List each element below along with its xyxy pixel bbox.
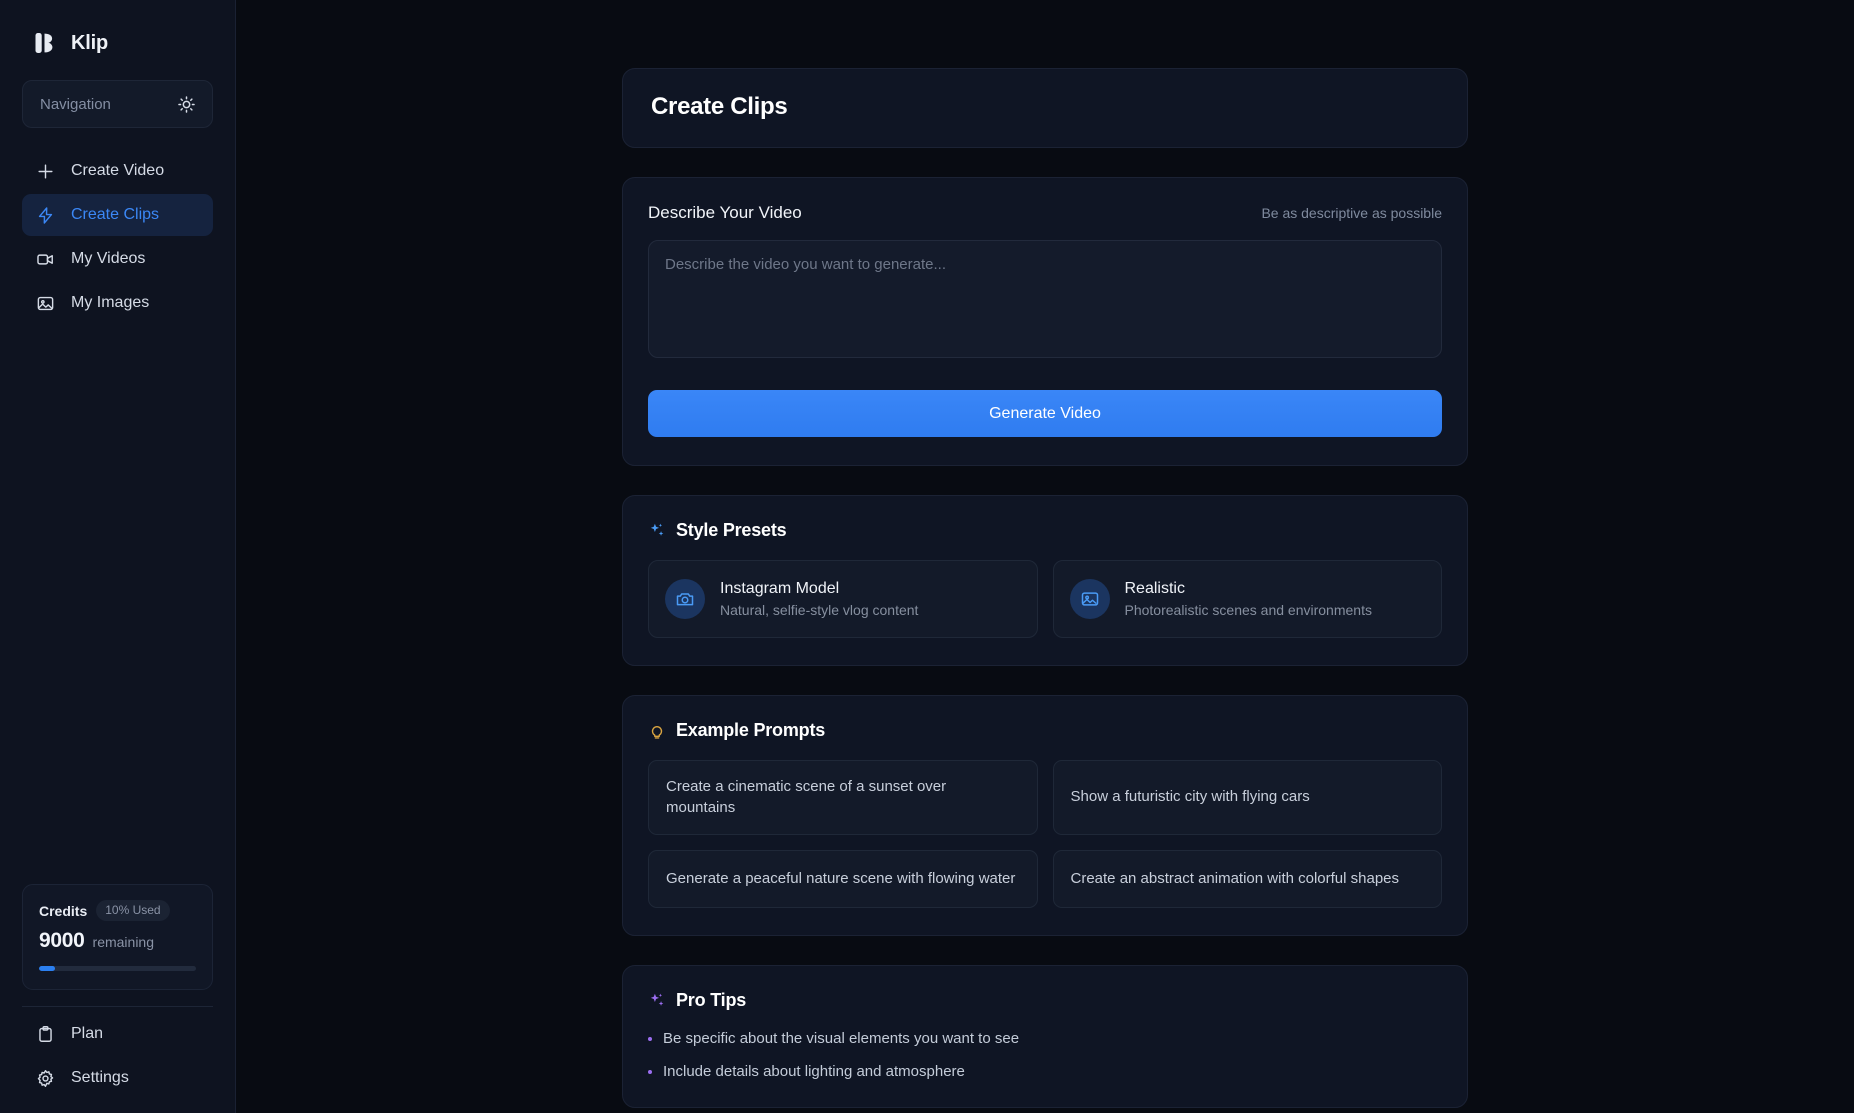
lightning-bolt-icon	[38, 206, 53, 224]
pro-tips-header: Pro Tips	[648, 990, 1442, 1011]
credits-amount-row: 9000 remaining	[39, 929, 196, 953]
credits-amount-suffix: remaining	[92, 934, 155, 950]
secondary-navigation: Plan Settings	[22, 1013, 213, 1099]
sidebar-item-label: Settings	[71, 1069, 129, 1086]
credits-card: Credits 10% Used 9000 remaining	[22, 884, 213, 990]
bullet-icon	[648, 1037, 652, 1042]
preset-text: Realistic Photorealistic scenes and envi…	[1125, 580, 1372, 618]
sidebar-item-create-clips[interactable]: Create Clips	[22, 194, 213, 236]
credits-progress-fill	[39, 966, 55, 971]
pro-tip-text: Be specific about the visual elements yo…	[663, 1030, 1020, 1048]
preset-icon-container	[1069, 579, 1110, 619]
sidebar-item-my-videos[interactable]: My Videos	[22, 238, 213, 280]
style-presets-title: Style Presets	[676, 520, 787, 540]
pro-tips-title: Pro Tips	[676, 990, 747, 1011]
sparkles-icon	[650, 523, 664, 536]
sidebar-item-label: Plan	[71, 1025, 104, 1042]
page-title: Create Clips	[651, 93, 788, 120]
pro-tips-card: Pro Tips Be specific about the visual el…	[622, 965, 1468, 1109]
brand-name: Klip	[71, 31, 108, 54]
credits-amount: 9000	[39, 929, 85, 952]
camera-icon	[676, 593, 694, 606]
gear-icon	[37, 1069, 54, 1087]
credits-progress-bar	[39, 966, 196, 971]
content-column: Create Clips Describe Your Video Be as d…	[622, 68, 1468, 1109]
navigation-search-label: Navigation	[40, 95, 111, 113]
pro-tip-text: Include details about lighting and atmos…	[663, 1063, 965, 1081]
video-camera-icon	[37, 253, 53, 265]
credits-header: Credits 10% Used	[39, 900, 196, 921]
plus-icon	[38, 163, 53, 179]
pro-tip-item: Include details about lighting and atmos…	[648, 1063, 1442, 1080]
sparkles-icon	[650, 993, 664, 1006]
describe-hint: Be as descriptive as possible	[1261, 205, 1442, 221]
style-preset-instagram-model[interactable]: Instagram Model Natural, selfie-style vl…	[648, 560, 1038, 638]
sidebar: Klip Navigation Create Video Create Clip…	[0, 0, 236, 1113]
sidebar-item-label: My Videos	[71, 250, 146, 267]
preset-icon-container	[665, 579, 705, 619]
example-prompt-item[interactable]: Generate a peaceful nature scene with fl…	[648, 850, 1038, 909]
sidebar-item-settings[interactable]: Settings	[22, 1057, 213, 1099]
describe-video-card: Describe Your Video Be as descriptive as…	[622, 177, 1468, 466]
preset-title: Instagram Model	[720, 580, 840, 597]
style-presets-header: Style Presets	[648, 520, 1442, 541]
preset-description: Natural, selfie-style vlog content	[720, 602, 919, 618]
bullet-icon	[648, 1070, 652, 1075]
image-icon	[1081, 592, 1098, 606]
clipboard-icon	[39, 1025, 52, 1042]
example-prompt-item[interactable]: Show a futuristic city with flying cars	[1052, 760, 1442, 836]
style-preset-realistic[interactable]: Realistic Photorealistic scenes and envi…	[1052, 560, 1442, 638]
example-prompts-title: Example Prompts	[676, 720, 826, 740]
example-prompt-item[interactable]: Create an abstract animation with colorf…	[1052, 850, 1442, 909]
primary-navigation: Create Video Create Clips My Videos My I…	[22, 150, 213, 324]
app-root: Klip Navigation Create Video Create Clip…	[0, 0, 1854, 1113]
preset-title: Realistic	[1124, 580, 1185, 597]
style-presets-card: Style Presets Instagram Model Natural, s…	[622, 495, 1468, 666]
sidebar-item-my-images[interactable]: My Images	[22, 282, 213, 324]
sidebar-item-create-video[interactable]: Create Video	[22, 150, 213, 192]
sidebar-item-label: My Images	[71, 294, 150, 311]
brand: Klip	[0, 0, 235, 66]
klip-logo-icon	[35, 33, 53, 53]
describe-label: Describe Your Video	[648, 203, 802, 222]
example-prompts-grid: Create a cinematic scene of a sunset ove…	[648, 760, 1442, 909]
credits-used-badge: 10% Used	[96, 900, 170, 921]
example-prompts-card: Example Prompts Create a cinematic scene…	[622, 695, 1468, 937]
credits-panel: Credits 10% Used 9000 remaining	[22, 884, 213, 990]
navigation-search[interactable]: Navigation	[22, 80, 213, 128]
preset-description: Photorealistic scenes and environments	[1124, 602, 1372, 618]
sidebar-divider	[22, 1006, 213, 1007]
page-header-card: Create Clips	[622, 68, 1468, 148]
pro-tips-list: Be specific about the visual elements yo…	[648, 1030, 1442, 1080]
main-content: Create Clips Describe Your Video Be as d…	[236, 0, 1854, 1113]
sun-icon[interactable]	[177, 95, 196, 114]
credits-title: Credits	[39, 902, 88, 919]
image-icon	[37, 296, 54, 310]
preset-text: Instagram Model Natural, selfie-style vl…	[720, 580, 918, 618]
sidebar-item-plan[interactable]: Plan	[22, 1013, 213, 1055]
style-presets-grid: Instagram Model Natural, selfie-style vl…	[648, 560, 1442, 638]
generate-video-button[interactable]: Generate Video	[648, 390, 1442, 437]
example-prompt-item[interactable]: Create a cinematic scene of a sunset ove…	[648, 760, 1038, 836]
example-prompts-header: Example Prompts	[648, 720, 1442, 741]
sidebar-item-label: Create Clips	[71, 206, 160, 223]
lightbulb-icon	[651, 725, 663, 739]
video-description-input[interactable]	[648, 240, 1442, 358]
pro-tip-item: Be specific about the visual elements yo…	[648, 1030, 1442, 1047]
sidebar-item-label: Create Video	[71, 162, 165, 179]
describe-header: Describe Your Video Be as descriptive as…	[648, 203, 1442, 223]
